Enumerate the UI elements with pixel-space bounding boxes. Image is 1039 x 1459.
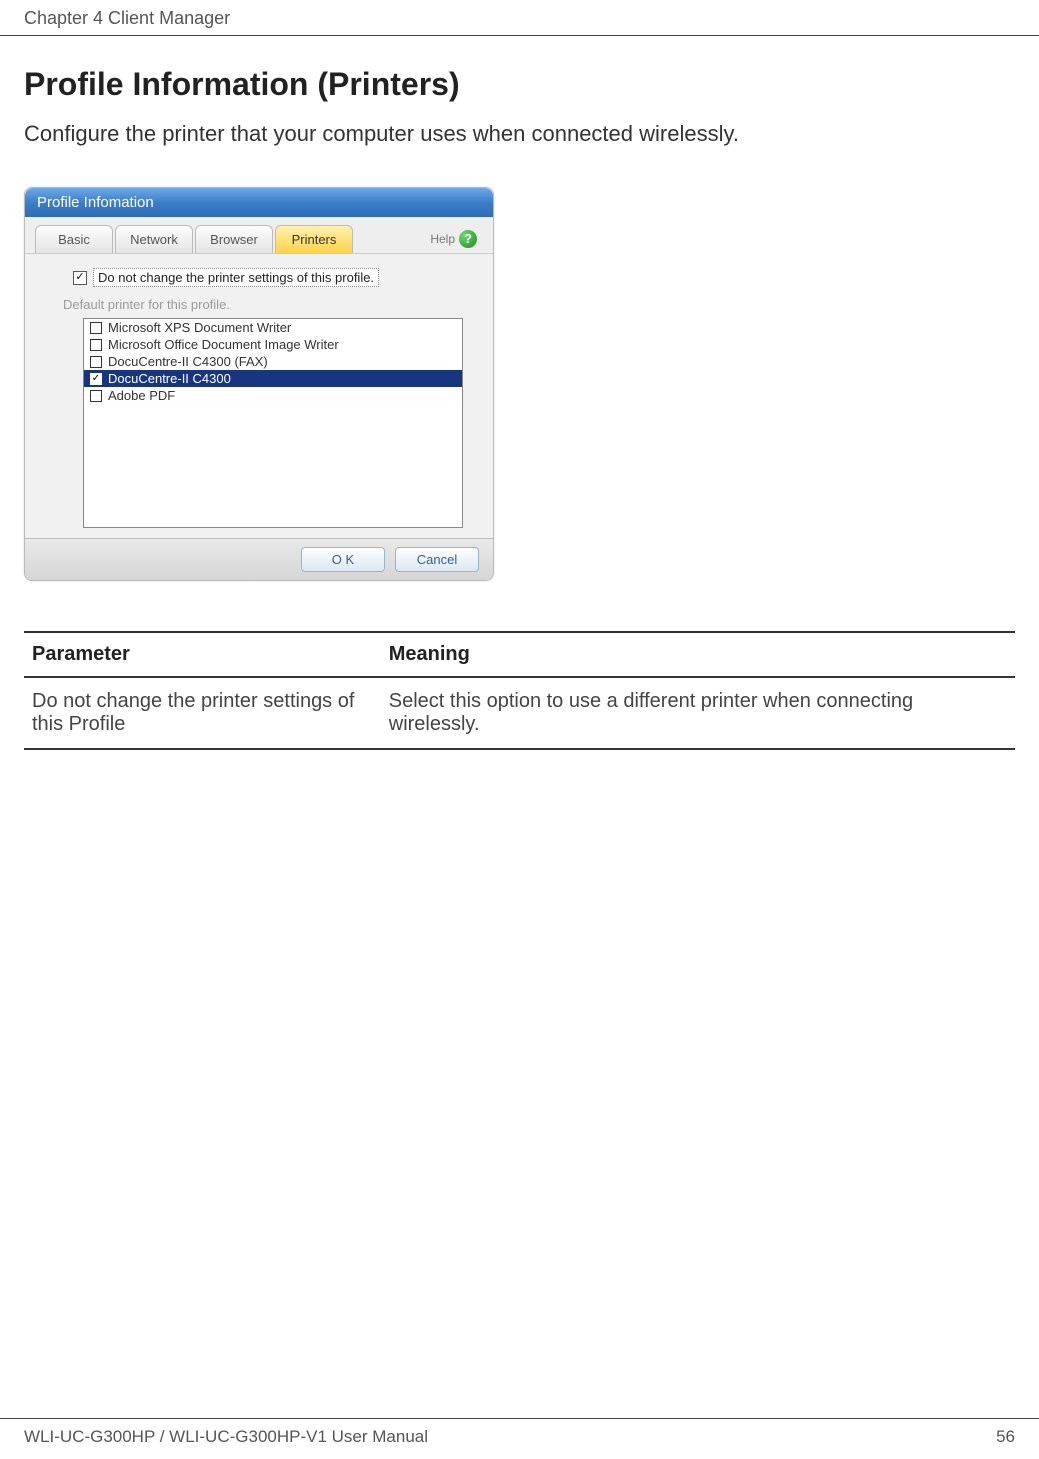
list-item[interactable]: Adobe PDF (84, 387, 462, 404)
button-label: O K (332, 552, 354, 567)
button-label: Cancel (417, 552, 457, 567)
section-title: Profile Information (Printers) (24, 66, 1015, 103)
list-item-label: DocuCentre-II C4300 (108, 371, 231, 386)
do-not-change-checkbox-row[interactable]: Do not change the printer settings of th… (73, 268, 475, 287)
list-item-label: Adobe PDF (108, 388, 175, 403)
help-label: Help (430, 232, 455, 246)
column-header-meaning: Meaning (381, 632, 1015, 677)
tab-label: Browser (210, 232, 258, 247)
list-item-label: DocuCentre-II C4300 (FAX) (108, 354, 268, 369)
chapter-label: Chapter 4 Client Manager (24, 8, 230, 28)
tab-basic[interactable]: Basic (35, 225, 113, 253)
dialog-body: Do not change the printer settings of th… (25, 253, 493, 538)
dialog-footer: O K Cancel (25, 538, 493, 580)
column-header-parameter: Parameter (24, 632, 381, 677)
cell-parameter: Do not change the printer settings of th… (24, 677, 381, 749)
help-icon: ? (459, 230, 477, 248)
checkbox-icon[interactable] (90, 373, 102, 385)
checkbox-icon[interactable] (90, 339, 102, 351)
checkbox-icon[interactable] (73, 271, 87, 285)
ok-button[interactable]: O K (301, 547, 385, 572)
tab-browser[interactable]: Browser (195, 225, 273, 253)
list-item-label: Microsoft XPS Document Writer (108, 320, 291, 335)
list-item[interactable]: Microsoft XPS Document Writer (84, 319, 462, 336)
tab-printers[interactable]: Printers (275, 225, 353, 253)
checkbox-label: Do not change the printer settings of th… (93, 268, 379, 287)
default-printer-subtext: Default printer for this profile. (63, 297, 475, 312)
help-area[interactable]: Help ? (430, 230, 483, 248)
checkbox-icon[interactable] (90, 356, 102, 368)
tab-label: Basic (58, 232, 90, 247)
dialog-titlebar: Profile Infomation (25, 188, 493, 217)
table-row: Do not change the printer settings of th… (24, 677, 1015, 749)
cancel-button[interactable]: Cancel (395, 547, 479, 572)
dialog-title: Profile Infomation (37, 194, 154, 211)
tab-label: Network (130, 232, 178, 247)
tab-network[interactable]: Network (115, 225, 193, 253)
list-item[interactable]: DocuCentre-II C4300 (84, 370, 462, 387)
dialog-tabs: Basic Network Browser Printers Help ? (25, 217, 493, 253)
tab-label: Printers (292, 232, 337, 247)
printer-listbox[interactable]: Microsoft XPS Document Writer Microsoft … (83, 318, 463, 528)
section-intro: Configure the printer that your computer… (24, 121, 1015, 147)
manual-name: WLI-UC-G300HP / WLI-UC-G300HP-V1 User Ma… (24, 1427, 428, 1447)
checkbox-icon[interactable] (90, 322, 102, 334)
list-item-label: Microsoft Office Document Image Writer (108, 337, 339, 352)
page-number: 56 (996, 1427, 1015, 1447)
profile-info-dialog: Profile Infomation Basic Network Browser… (24, 187, 494, 581)
list-item[interactable]: Microsoft Office Document Image Writer (84, 336, 462, 353)
cell-meaning: Select this option to use a different pr… (381, 677, 1015, 749)
list-item[interactable]: DocuCentre-II C4300 (FAX) (84, 353, 462, 370)
page-header: Chapter 4 Client Manager (0, 0, 1039, 36)
page-content: Profile Information (Printers) Configure… (0, 36, 1039, 750)
parameter-table: Parameter Meaning Do not change the prin… (24, 631, 1015, 750)
checkbox-icon[interactable] (90, 390, 102, 402)
page-footer: WLI-UC-G300HP / WLI-UC-G300HP-V1 User Ma… (0, 1418, 1039, 1447)
